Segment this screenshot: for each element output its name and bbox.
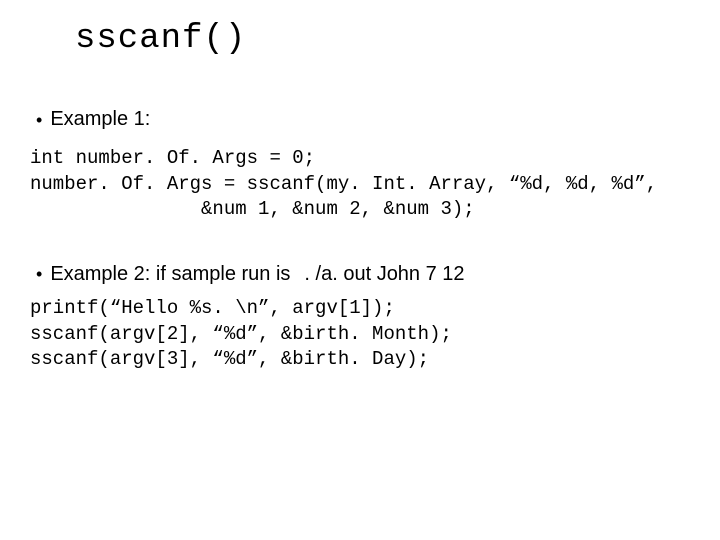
- example1-heading: • Example 1:: [30, 108, 690, 131]
- bullet-icon: •: [36, 265, 42, 283]
- example2-heading: • Example 2: if sample run is . /a. out …: [30, 263, 690, 286]
- slide: sscanf() • Example 1: int number. Of. Ar…: [0, 0, 720, 393]
- example2-label: Example 2: if sample run is: [50, 263, 290, 286]
- example2-code: printf(“Hello %s. \n”, argv[1]); sscanf(…: [30, 296, 690, 373]
- bullet-icon: •: [36, 111, 42, 129]
- example1-label: Example 1:: [50, 108, 150, 131]
- example1-code: int number. Of. Args = 0; number. Of. Ar…: [30, 146, 690, 223]
- slide-title: sscanf(): [75, 20, 690, 58]
- example2-command: . /a. out John 7 12: [304, 263, 464, 286]
